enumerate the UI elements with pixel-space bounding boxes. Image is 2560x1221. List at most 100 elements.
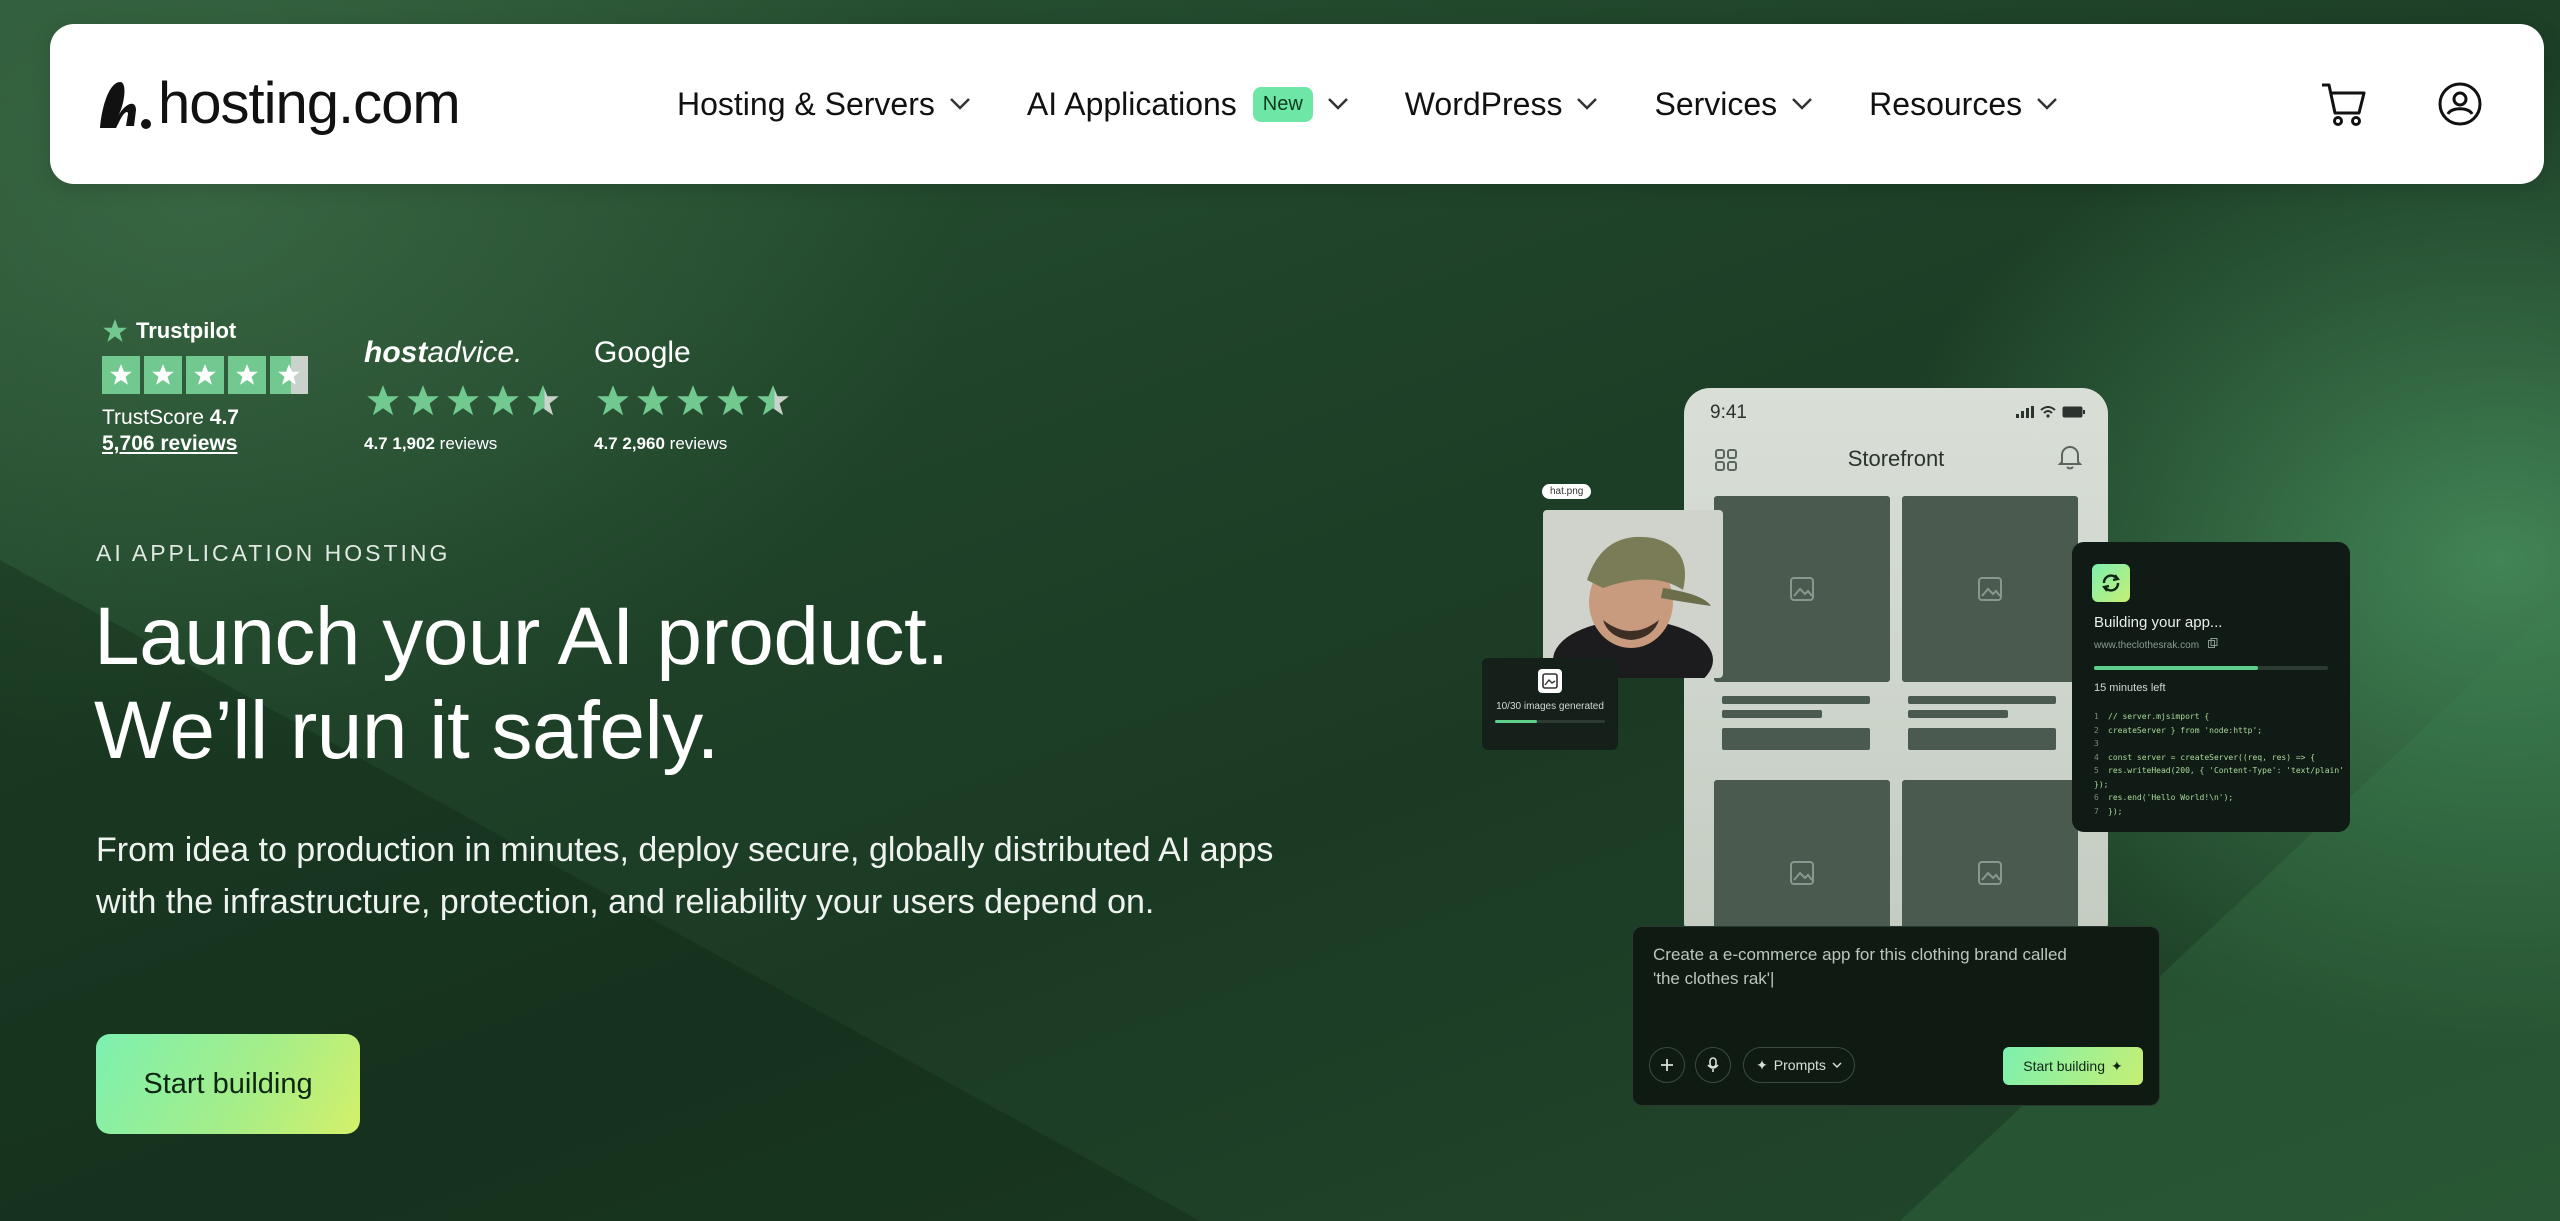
hostadvice-stars — [364, 382, 562, 420]
cart-icon — [2322, 83, 2366, 126]
time-left: 15 minutes left — [2094, 682, 2166, 694]
menu-label: Resources — [1869, 85, 2023, 122]
build-status-card: Building your app... www.theclothesrak.c… — [2072, 542, 2350, 832]
star-icon — [186, 356, 224, 394]
star-icon — [487, 385, 519, 416]
text-placeholder — [1908, 696, 2056, 704]
star-icon — [447, 385, 479, 416]
button-placeholder — [1722, 728, 1870, 750]
trustpilot-star-icon — [103, 319, 127, 342]
add-button[interactable] — [1649, 1047, 1685, 1083]
hero-eyebrow: AI APPLICATION HOSTING — [96, 540, 451, 566]
hostadvice-review-count: 1,902 — [392, 434, 435, 453]
bell-icon — [2058, 446, 2082, 470]
logo[interactable]: hosting.com — [96, 70, 461, 137]
build-progress-fill — [2094, 666, 2258, 670]
star-icon — [407, 385, 439, 416]
sparkle-icon: ✦ — [2110, 1057, 2123, 1074]
prompts-label: Prompts — [1773, 1057, 1826, 1073]
cart-button[interactable] — [2316, 76, 2372, 132]
headline-line-2: We’ll run it safely. — [94, 685, 719, 776]
chevron-down-icon — [1792, 98, 1813, 110]
file-tag: hat.png — [1542, 484, 1592, 499]
account-icon — [2438, 82, 2482, 126]
code-line: 2 createServer } from 'node:http'; — [2094, 725, 2263, 735]
model-photo — [1543, 510, 1723, 678]
hero-subtext: From idea to production in minutes, depl… — [96, 831, 1274, 921]
google-brand: Google — [594, 336, 691, 369]
plus-icon — [1661, 1059, 1673, 1071]
text-placeholder — [1908, 710, 2008, 718]
hostadvice-rating: hostadvice. 4.7 1,902 reviews — [364, 336, 562, 454]
microphone-button[interactable] — [1695, 1047, 1731, 1083]
half-star-icon — [527, 385, 559, 416]
build-progress-bar — [2094, 666, 2328, 670]
wifi-icon — [2040, 406, 2056, 418]
code-line: 1// server.mjsimport { — [2094, 712, 2210, 721]
hero-headline: Launch your AI product. We’ll run it saf… — [94, 590, 949, 778]
top-navigation: hosting.com Hosting & Servers AI Applica… — [50, 24, 2544, 184]
menu-ai-applications[interactable]: AI Applications New — [1027, 86, 1349, 123]
logo-text: hosting.com — [158, 71, 461, 136]
product-image-placeholder — [1714, 780, 1890, 948]
headline-line-1: Launch your AI product. — [94, 591, 949, 682]
text-placeholder — [1722, 696, 1870, 704]
reviews-label: reviews — [439, 434, 498, 453]
code-line: 3 — [2094, 739, 2099, 748]
menu-wordpress[interactable]: WordPress — [1405, 86, 1599, 123]
model-with-cap-illustration — [1543, 510, 1723, 678]
menu-label: AI Applications — [1026, 85, 1237, 122]
prompt-input-box[interactable]: Create a e-commerce app for this clothin… — [1632, 926, 2160, 1106]
image-icon — [1790, 577, 1814, 601]
star-icon — [367, 385, 399, 416]
trustpilot-label: Trustpilot — [136, 318, 237, 343]
code-snippet: 1// server.mjsimport { 2 createServer } f… — [2094, 710, 2350, 818]
phone-mockup: 9:41 Storefront — [1684, 388, 2108, 948]
images-generated-text: 10/30 images generated — [1496, 701, 1604, 712]
build-url: www.theclothesrak.com — [2094, 638, 2218, 651]
main-menu: Hosting & Servers AI Applications New Wo… — [677, 24, 2114, 184]
google-rating: Google 4.7 2,960 reviews — [594, 336, 792, 454]
menu-resources[interactable]: Resources — [1869, 86, 2058, 123]
trustscore-label: TrustScore — [102, 406, 204, 429]
reviews-label: reviews — [669, 434, 728, 453]
chevron-down-icon — [1327, 98, 1348, 110]
hostadvice-brand-rest: advice. — [427, 336, 523, 369]
start-building-button[interactable]: Start building — [96, 1034, 360, 1134]
menu-services[interactable]: Services — [1654, 86, 1813, 123]
copy-icon[interactable] — [2207, 638, 2218, 648]
battery-icon — [2062, 406, 2085, 418]
star-icon — [677, 385, 709, 416]
sparkle-icon: ✦ — [1756, 1056, 1768, 1073]
button-placeholder — [1908, 728, 2056, 750]
hostadvice-brand: hostadvice. — [364, 336, 562, 370]
images-generated-card: 10/30 images generated — [1482, 658, 1618, 750]
refresh-icon — [2092, 564, 2130, 602]
prompts-dropdown[interactable]: ✦ Prompts — [1743, 1047, 1855, 1083]
hosting-logo-icon — [100, 81, 151, 129]
status-time: 9:41 — [1710, 402, 1747, 423]
status-icons — [2016, 406, 2086, 418]
google-rating-value: 4.7 — [594, 434, 618, 453]
code-line: 5 res.writeHead(200, { 'Content-Type': 't… — [2094, 766, 2345, 789]
trustpilot-reviews-link[interactable]: 5,706 reviews — [102, 432, 308, 456]
image-icon — [1978, 577, 2002, 601]
menu-hosting-servers[interactable]: Hosting & Servers — [677, 86, 971, 123]
images-progress-bar — [1495, 720, 1605, 723]
trustpilot-rating: Trustpilot TrustScore 4.7 5,706 reviews — [102, 318, 308, 456]
start-building-small-button[interactable]: Start building ✦ — [2003, 1047, 2143, 1085]
code-line: 7}); — [2094, 806, 2123, 816]
chevron-down-icon — [949, 98, 970, 110]
hostadvice-rating-value: 4.7 — [364, 434, 388, 453]
trustpilot-brand: Trustpilot — [102, 318, 308, 344]
star-icon — [637, 385, 669, 416]
prompt-text[interactable]: Create a e-commerce app for this clothin… — [1653, 943, 2093, 991]
account-button[interactable] — [2432, 76, 2488, 132]
product-image-placeholder — [1902, 780, 2078, 948]
code-line: 6 res.end('Hello World!\n'); — [2094, 793, 2234, 802]
trustscore-value: 4.7 — [209, 406, 239, 429]
trustscore: TrustScore 4.7 — [102, 406, 308, 430]
menu-label: Services — [1654, 85, 1778, 122]
menu-label: WordPress — [1404, 85, 1563, 122]
chevron-down-icon — [1832, 1061, 1842, 1068]
